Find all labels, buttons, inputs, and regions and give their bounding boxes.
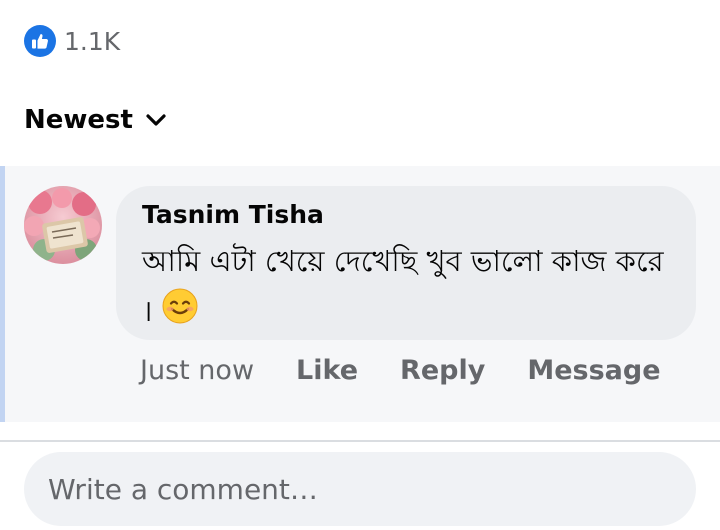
comment-timestamp[interactable]: Just now bbox=[140, 355, 254, 386]
like-button[interactable]: Like bbox=[296, 355, 358, 386]
comment-text: আমি এটা খেয়ে দেখেছি খুব ভালো কাজ করে । bbox=[142, 236, 667, 339]
thumbs-up-icon bbox=[24, 25, 56, 57]
comment-bubble: Tasnim Tisha আমি এটা খেয়ে দেখেছি খুব ভা… bbox=[116, 186, 696, 340]
reaction-count: 1.1K bbox=[64, 26, 121, 56]
sort-label: Newest bbox=[24, 105, 133, 135]
smiling-face-icon bbox=[162, 288, 198, 339]
message-button[interactable]: Message bbox=[527, 355, 660, 386]
chevron-down-icon bbox=[145, 113, 167, 127]
reaction-summary[interactable]: 1.1K bbox=[24, 24, 120, 58]
comment-author[interactable]: Tasnim Tisha bbox=[142, 200, 324, 229]
highlight-bar bbox=[0, 166, 5, 422]
comment-body: আমি এটা খেয়ে দেখেছি খুব ভালো কাজ করে । bbox=[142, 244, 664, 328]
avatar[interactable] bbox=[24, 186, 102, 264]
comment-input[interactable]: Write a comment… bbox=[24, 452, 696, 526]
comment-actions: Just now Like Reply Message bbox=[140, 350, 661, 390]
comment: Tasnim Tisha আমি এটা খেয়ে দেখেছি খুব ভা… bbox=[0, 166, 720, 422]
reply-button[interactable]: Reply bbox=[400, 355, 485, 386]
divider bbox=[0, 440, 720, 442]
sort-dropdown[interactable]: Newest bbox=[24, 100, 167, 140]
comment-input-placeholder: Write a comment… bbox=[48, 472, 318, 506]
